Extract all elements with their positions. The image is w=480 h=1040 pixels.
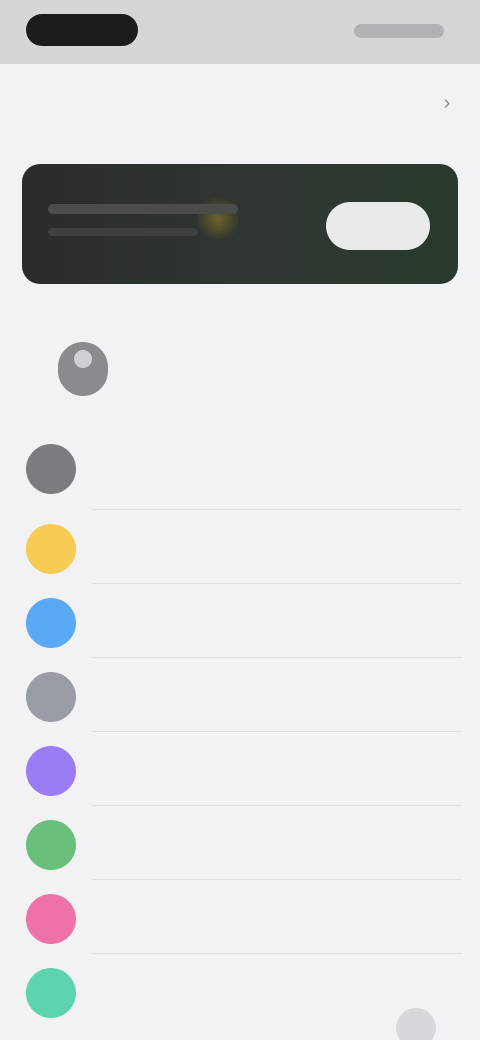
banner-headline <box>48 204 238 214</box>
moon-icon <box>26 746 76 796</box>
lock-icon <box>26 672 76 722</box>
promo-banner[interactable] <box>22 164 458 284</box>
status-bar <box>0 0 480 64</box>
gear-icon <box>26 444 76 494</box>
status-indicators <box>354 24 444 38</box>
settings-row[interactable] <box>0 880 480 954</box>
settings-row[interactable] <box>0 510 480 584</box>
settings-row[interactable] <box>0 732 480 806</box>
banner-cta-button[interactable] <box>326 202 430 250</box>
avatar <box>58 342 108 396</box>
settings-list <box>0 430 480 1028</box>
settings-row[interactable] <box>0 584 480 658</box>
profile-card[interactable] <box>22 312 458 422</box>
settings-row[interactable] <box>0 806 480 880</box>
chat-icon <box>26 968 76 1018</box>
dynamic-island <box>26 14 138 46</box>
leaf-icon <box>26 820 76 870</box>
heart-icon <box>26 894 76 944</box>
settings-row[interactable] <box>0 430 480 510</box>
banner-subline <box>48 228 198 236</box>
settings-row[interactable] <box>0 658 480 732</box>
globe-icon <box>26 598 76 648</box>
navigation-bar: › <box>0 64 480 144</box>
sun-icon <box>26 524 76 574</box>
user-icon <box>74 350 92 368</box>
chevron-icon[interactable]: › <box>436 92 458 114</box>
banner-glow <box>198 194 238 244</box>
floating-action-button[interactable] <box>396 1008 436 1040</box>
